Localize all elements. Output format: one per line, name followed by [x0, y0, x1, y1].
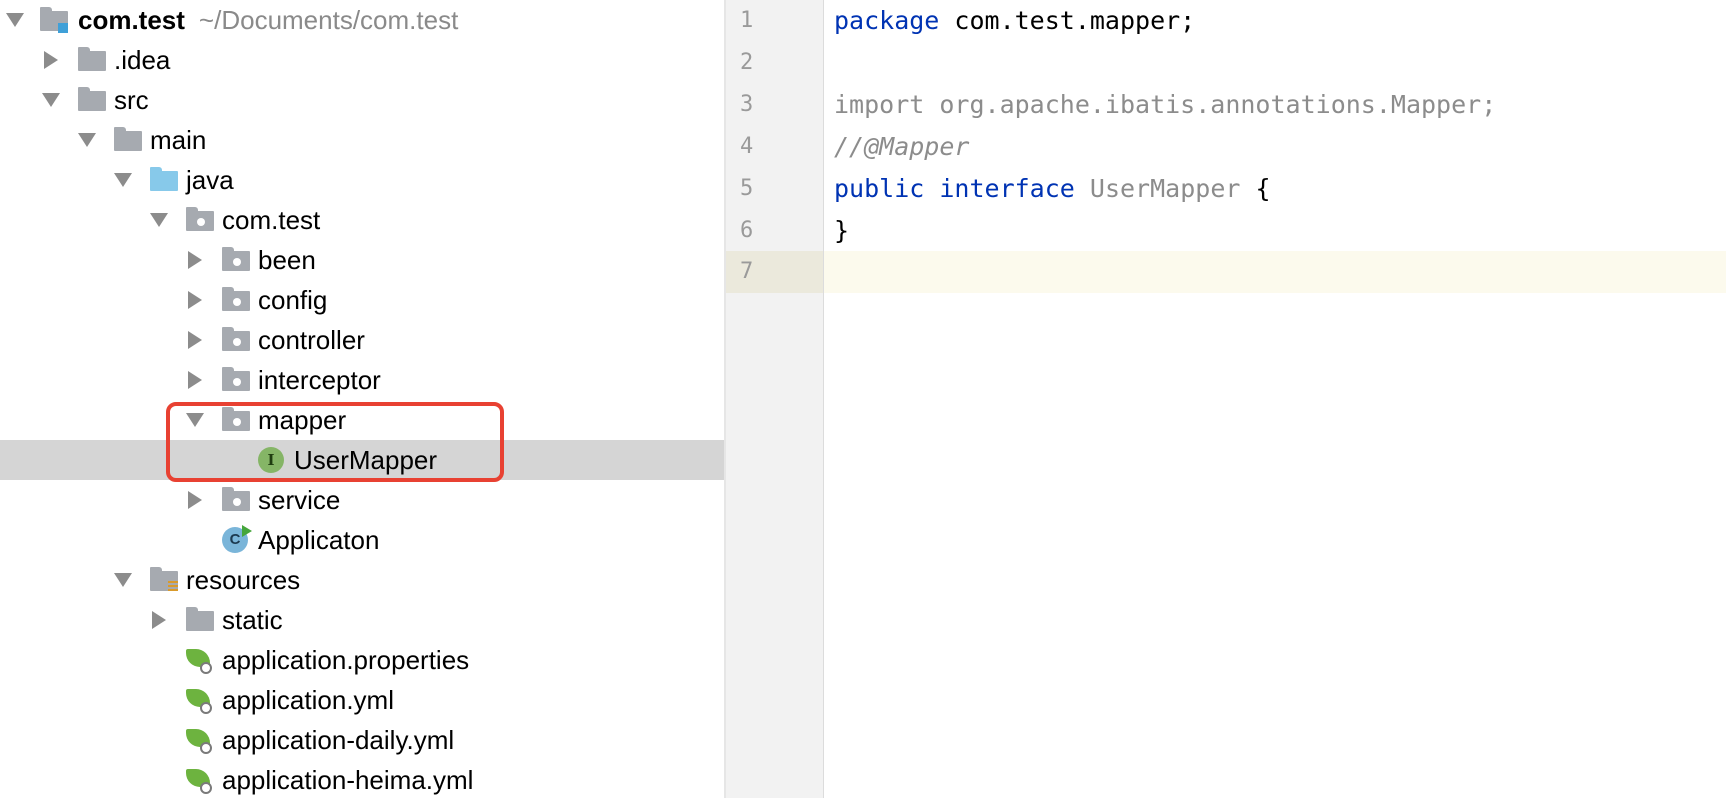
- editor-gutter: 1 2 3 4 5 6 7: [726, 0, 824, 798]
- code-line[interactable]: //@Mapper: [834, 126, 1724, 168]
- package-icon: [222, 247, 252, 273]
- tree-label: service: [258, 485, 341, 515]
- line-number: 1: [740, 8, 754, 33]
- tree-label: java: [186, 165, 234, 195]
- keyword: interface: [939, 174, 1075, 203]
- folder-icon: [114, 127, 144, 153]
- source-folder-icon: [150, 167, 180, 193]
- folder-icon: [78, 47, 108, 73]
- line-number: 6: [740, 218, 754, 243]
- annotation-highlight-box: [166, 402, 504, 482]
- tree-label: config: [258, 285, 328, 315]
- folder-icon: [186, 607, 216, 633]
- tree-item-project-root[interactable]: com.test ~/Documents/com.test: [0, 0, 724, 40]
- line-number: 5: [740, 176, 754, 201]
- chevron-right-icon[interactable]: [188, 291, 202, 309]
- code-line[interactable]: package com.test.mapper;: [834, 0, 1724, 42]
- tree-item-package-com-test[interactable]: com.test: [0, 200, 724, 240]
- unused-import: import org.apache.ibatis.annotations.Map…: [834, 90, 1497, 119]
- tree-item-application-properties[interactable]: application.properties: [0, 640, 724, 680]
- package-icon: [222, 327, 252, 353]
- tree-item-idea[interactable]: .idea: [0, 40, 724, 80]
- tree-item-application-heima-yml[interactable]: application-heima.yml: [0, 760, 724, 798]
- tree-label: controller: [258, 325, 365, 355]
- chevron-right-icon[interactable]: [188, 491, 202, 509]
- tree-item-java[interactable]: java: [0, 160, 724, 200]
- tree-label: static: [222, 605, 283, 635]
- chevron-right-icon[interactable]: [188, 251, 202, 269]
- gear-icon: [200, 742, 212, 754]
- tree-item-main[interactable]: main: [0, 120, 724, 160]
- package-icon: [222, 487, 252, 513]
- current-line-highlight: [824, 251, 1726, 293]
- code-line[interactable]: import org.apache.ibatis.annotations.Map…: [834, 84, 1724, 126]
- gear-icon: [200, 702, 212, 714]
- package-icon: [186, 207, 216, 233]
- tree-item-src[interactable]: src: [0, 80, 724, 120]
- keyword: public: [834, 174, 925, 203]
- chevron-down-icon[interactable]: [42, 93, 60, 107]
- module-folder-icon: [40, 7, 70, 33]
- code-editor[interactable]: package com.test.mapper; import org.apac…: [824, 0, 1726, 798]
- code-line[interactable]: public interface UserMapper {: [834, 168, 1724, 210]
- project-name: com.test: [78, 5, 185, 35]
- tree-label: resources: [186, 565, 301, 595]
- gear-icon: [200, 782, 212, 794]
- line-number: 3: [740, 92, 754, 117]
- chevron-down-icon[interactable]: [114, 573, 132, 587]
- tree-label: application-daily.yml: [222, 725, 455, 755]
- interface-name: UserMapper: [1089, 174, 1241, 203]
- tree-label: application.yml: [222, 685, 394, 715]
- chevron-right-icon[interactable]: [188, 371, 202, 389]
- tree-label: .idea: [114, 45, 171, 75]
- tree-label: interceptor: [258, 365, 381, 395]
- folder-icon: [78, 87, 108, 113]
- tree-label: application.properties: [222, 645, 470, 675]
- code-text: }: [834, 216, 850, 245]
- tree-item-application-daily-yml[interactable]: application-daily.yml: [0, 720, 724, 760]
- line-number: 4: [740, 134, 754, 159]
- code-line[interactable]: }: [834, 210, 1724, 252]
- code-text: com.test.mapper;: [939, 6, 1196, 35]
- tree-item-interceptor[interactable]: interceptor: [0, 360, 724, 400]
- run-icon: [242, 525, 252, 537]
- package-icon: [222, 367, 252, 393]
- tree-label: Applicaton: [258, 525, 380, 555]
- tree-item-application-yml[interactable]: application.yml: [0, 680, 724, 720]
- keyword: package: [834, 6, 940, 35]
- chevron-right-icon[interactable]: [188, 331, 202, 349]
- tree-label: application-heima.yml: [222, 765, 474, 795]
- chevron-down-icon[interactable]: [78, 133, 96, 147]
- tree-label: main: [150, 125, 207, 155]
- tree-item-resources[interactable]: resources: [0, 560, 724, 600]
- line-number: 7: [740, 259, 754, 284]
- tree-item-static[interactable]: static: [0, 600, 724, 640]
- tree-item-service[interactable]: service: [0, 480, 724, 520]
- gear-icon: [200, 662, 212, 674]
- chevron-down-icon[interactable]: [114, 173, 132, 187]
- package-icon: [222, 287, 252, 313]
- tree-item-config[interactable]: config: [0, 280, 724, 320]
- tree-item-controller[interactable]: controller: [0, 320, 724, 360]
- tree-item-been[interactable]: been: [0, 240, 724, 280]
- code-text: {: [1240, 174, 1271, 203]
- line-number: 2: [740, 50, 754, 75]
- chevron-right-icon[interactable]: [44, 51, 58, 69]
- chevron-down-icon[interactable]: [6, 13, 24, 27]
- project-path: ~/Documents/com.test: [198, 5, 459, 35]
- tree-label: been: [258, 245, 316, 275]
- project-tree-panel: com.test ~/Documents/com.test .idea src m…: [0, 0, 724, 798]
- tree-item-applicaton[interactable]: C Applicaton: [0, 520, 724, 560]
- chevron-down-icon[interactable]: [150, 213, 168, 227]
- resources-folder-icon: [150, 567, 180, 593]
- comment: //@Mapper: [834, 132, 970, 161]
- tree-label: com.test: [222, 205, 321, 235]
- chevron-right-icon[interactable]: [152, 611, 166, 629]
- tree-label: src: [114, 85, 149, 115]
